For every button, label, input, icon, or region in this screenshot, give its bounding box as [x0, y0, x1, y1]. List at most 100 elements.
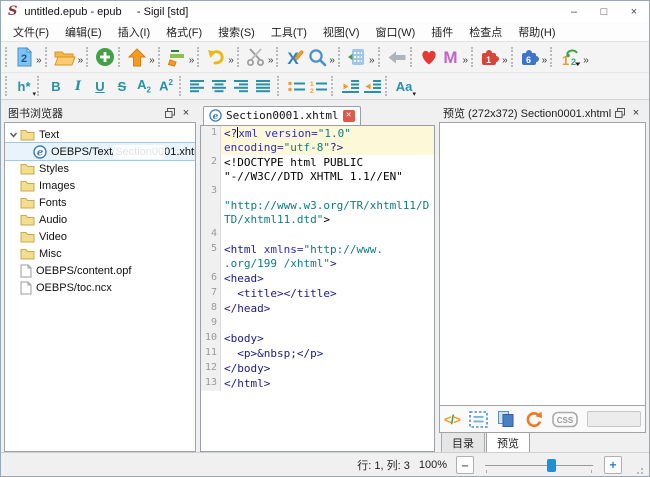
code-text[interactable]: <!DOCTYPE html PUBLIC "-//W3C//DTD XHTML…: [221, 155, 434, 184]
bold-button[interactable]: B: [45, 73, 67, 99]
file-icon: [20, 281, 32, 295]
subscript-button[interactable]: A2: [133, 73, 155, 99]
tree-item-styles[interactable]: Styles: [5, 160, 195, 177]
clips-button[interactable]: 12: [558, 44, 582, 70]
tree-item-oebps-content-opf[interactable]: OEBPS/content.opf: [5, 262, 195, 279]
align-center-icon: [212, 80, 228, 93]
indent-button[interactable]: [361, 73, 383, 99]
menu-item[interactable]: 搜索(S): [210, 22, 263, 42]
insert-button[interactable]: [346, 44, 368, 70]
menu-item[interactable]: 插件: [423, 22, 461, 42]
align-right-button[interactable]: [231, 73, 253, 99]
heading-button[interactable]: h*▾: [13, 73, 35, 99]
menu-item[interactable]: 格式(F): [158, 22, 210, 42]
tree-item-misc[interactable]: Misc: [5, 245, 195, 262]
code-text[interactable]: <head>: [221, 271, 434, 286]
code-text[interactable]: <body>: [221, 331, 434, 346]
tree-item-video[interactable]: Video: [5, 228, 195, 245]
float-panel-icon[interactable]: [162, 105, 178, 120]
menu-item[interactable]: 检查点: [461, 22, 510, 42]
code-text[interactable]: <title></title>: [221, 286, 434, 301]
cut-button[interactable]: [245, 44, 267, 70]
text-case-button[interactable]: Aa▾: [393, 73, 415, 99]
maximize-icon[interactable]: □: [589, 1, 619, 22]
close-panel-icon[interactable]: ×: [178, 105, 194, 120]
save-button[interactable]: [126, 44, 148, 70]
menu-item[interactable]: 文件(F): [5, 22, 57, 42]
underline-button[interactable]: U: [89, 73, 111, 99]
plugin-blue-button[interactable]: 6: [519, 44, 541, 70]
list-numbered-button[interactable]: 12: [307, 73, 329, 99]
tree-item-oebps-toc-ncx[interactable]: OEBPS/toc.ncx: [5, 279, 195, 296]
tab-section0001[interactable]: e Section0001.xhtml ✕: [203, 106, 361, 125]
undo-icon: [206, 48, 226, 66]
superscript-button[interactable]: A2: [155, 73, 177, 99]
marker-button[interactable]: [166, 44, 188, 70]
code-text[interactable]: [221, 227, 434, 242]
undo-button[interactable]: [205, 44, 227, 70]
code-text[interactable]: </html>: [221, 376, 434, 391]
tree-item-label: Images: [39, 180, 75, 192]
menu-item[interactable]: 窗口(W): [368, 22, 424, 42]
slider-handle[interactable]: [547, 459, 556, 472]
expander-icon[interactable]: [7, 130, 20, 139]
select-element-button[interactable]: [469, 411, 488, 428]
new-file-button[interactable]: 2: [13, 44, 35, 70]
resize-grip-icon[interactable]: [633, 464, 645, 476]
tree-item-oebps-text-section0001-xhtml[interactable]: eOEBPS/Text/Section0001.xhtml: [5, 143, 195, 160]
menu-item[interactable]: 帮助(H): [510, 22, 563, 42]
list-bullet-icon: [288, 80, 305, 93]
donate-button[interactable]: [418, 44, 440, 70]
tree-item-text[interactable]: Text: [5, 126, 195, 143]
back-button[interactable]: [386, 44, 408, 70]
copy-button[interactable]: [497, 410, 515, 428]
line-number: 8: [201, 301, 221, 316]
code-text[interactable]: </head>: [221, 301, 434, 316]
tab-close-icon[interactable]: ✕: [343, 110, 355, 122]
menu-item[interactable]: 编辑(E): [57, 22, 110, 42]
overflow-indicator: »: [583, 55, 589, 66]
minimize-icon[interactable]: –: [559, 1, 589, 22]
close-icon[interactable]: ×: [619, 1, 649, 22]
inspect-code-button[interactable]: </>: [444, 412, 460, 427]
code-text[interactable]: "http://www.w3.org/TR/xhtml11/DTD/xhtml1…: [221, 184, 434, 227]
line-number: 2: [201, 155, 221, 184]
css-button[interactable]: CSS: [552, 411, 578, 428]
menu-item[interactable]: 视图(V): [315, 22, 368, 42]
metadata-button[interactable]: M: [440, 44, 462, 70]
menu-item[interactable]: 工具(T): [263, 22, 315, 42]
align-left-button[interactable]: [187, 73, 209, 99]
code-text[interactable]: <html xmlns="http://www. .org/199 /xhtml…: [221, 242, 434, 271]
close-panel-icon[interactable]: ×: [628, 105, 644, 120]
align-justify-button[interactable]: [253, 73, 275, 99]
code-line: 6<head>: [201, 271, 434, 286]
plugin-red-button[interactable]: 1: [479, 44, 501, 70]
find-button[interactable]: [306, 44, 328, 70]
add-file-button[interactable]: [94, 44, 116, 70]
float-panel-icon[interactable]: [612, 105, 628, 120]
slider-track: [485, 465, 593, 466]
refresh-button[interactable]: [524, 410, 543, 429]
zoom-out-button[interactable]: –: [456, 456, 474, 474]
spellcheck-button[interactable]: X: [284, 44, 306, 70]
tree-item-images[interactable]: Images: [5, 177, 195, 194]
code-editor[interactable]: 1<?xml version="1.0" encoding="utf-8"?>2…: [200, 125, 435, 452]
folder-icon: [20, 213, 35, 226]
zoom-in-button[interactable]: +: [604, 456, 622, 474]
tree-item-audio[interactable]: Audio: [5, 211, 195, 228]
open-file-button[interactable]: [53, 44, 77, 70]
code-text[interactable]: [221, 316, 434, 331]
menu-item[interactable]: 插入(I): [110, 22, 158, 42]
code-text[interactable]: </body>: [221, 361, 434, 376]
align-center-button[interactable]: [209, 73, 231, 99]
italic-button[interactable]: I: [67, 73, 89, 99]
tree-item-fonts[interactable]: Fonts: [5, 194, 195, 211]
preview-viewport[interactable]: [439, 122, 646, 406]
zoom-slider[interactable]: [483, 456, 595, 474]
outdent-button[interactable]: [339, 73, 361, 99]
list-bullet-button[interactable]: [285, 73, 307, 99]
overflow-indicator: »: [149, 55, 155, 66]
code-text[interactable]: <?xml version="1.0" encoding="utf-8"?>: [221, 126, 434, 155]
strikethrough-button[interactable]: S: [111, 73, 133, 99]
code-text[interactable]: <p>&nbsp;</p>: [221, 346, 434, 361]
